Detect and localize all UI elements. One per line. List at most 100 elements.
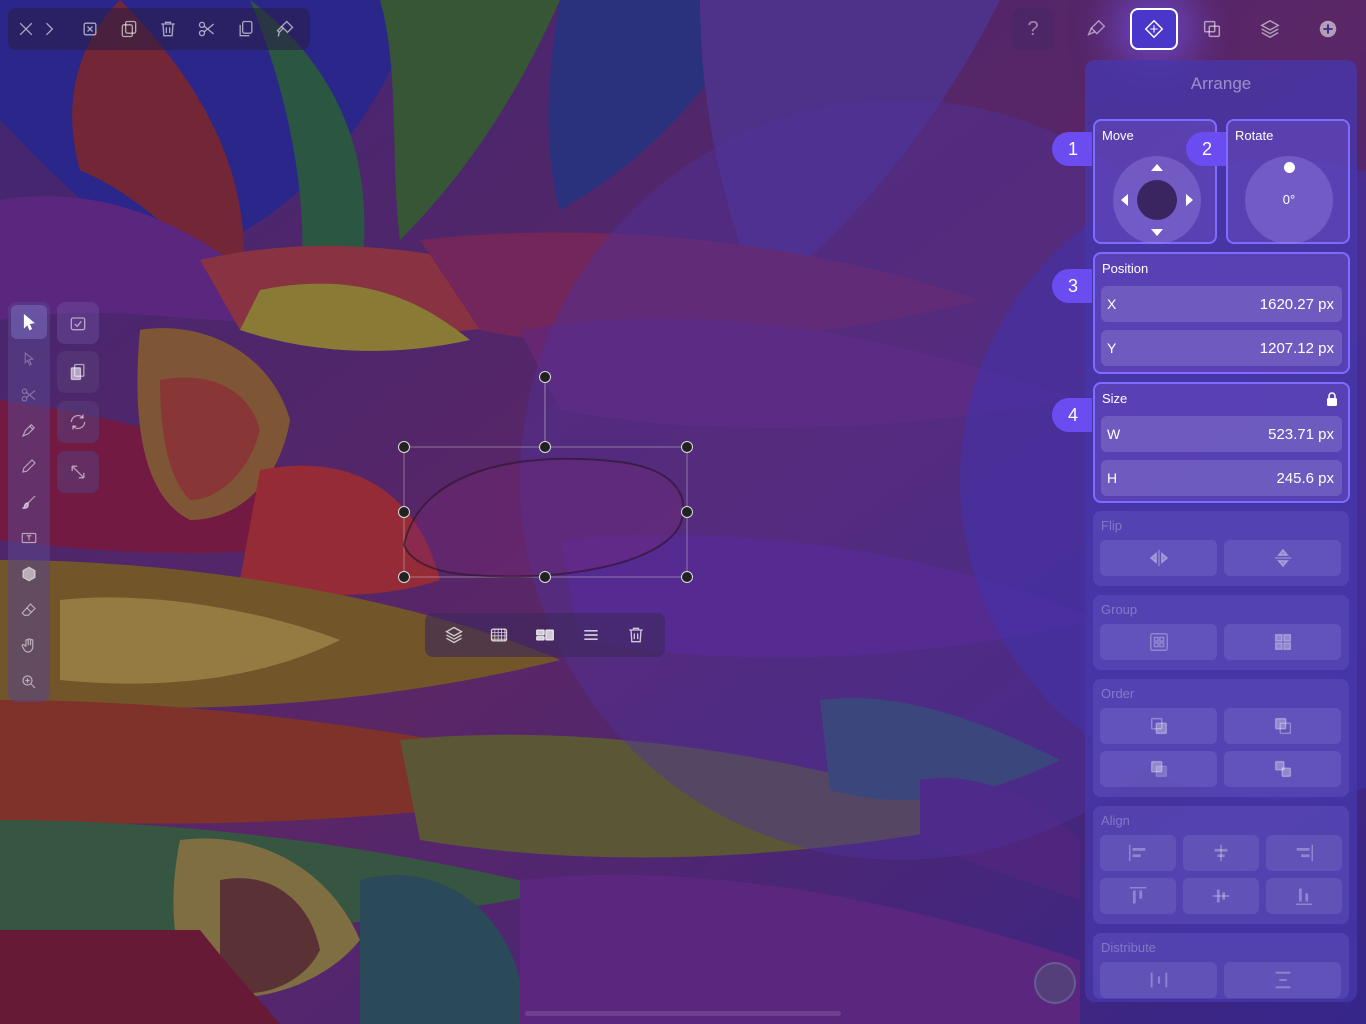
align-section: Align — [1093, 806, 1349, 924]
panel-title: Arrange — [1190, 74, 1252, 93]
pencil-icon[interactable] — [11, 449, 47, 483]
align-center-v-icon[interactable] — [1183, 878, 1259, 914]
resize-handle-bottom-right[interactable] — [681, 571, 693, 583]
dial-indicator — [1284, 162, 1295, 173]
callout-badge-4: 4 — [1052, 398, 1092, 432]
rotation-handle[interactable] — [539, 371, 551, 383]
flip-horizontal-icon[interactable] — [1100, 540, 1217, 576]
distribute-horizontal-icon[interactable] — [1100, 962, 1217, 998]
scissors-icon[interactable] — [11, 378, 47, 412]
position-card: Position X 1620.27 px Y 1207.12 px — [1093, 252, 1350, 374]
send-backward-icon[interactable] — [1100, 751, 1217, 787]
pen-icon[interactable] — [11, 413, 47, 447]
help-button[interactable]: ? — [1012, 8, 1054, 50]
lock-icon[interactable] — [1326, 392, 1338, 407]
move-joystick[interactable] — [1113, 156, 1201, 244]
paste-style-icon[interactable] — [265, 9, 304, 49]
resize-handle-left[interactable] — [398, 506, 410, 518]
h-field[interactable]: H 245.6 px — [1101, 460, 1342, 496]
arrow-up-icon[interactable] — [1151, 164, 1163, 171]
brush-icon[interactable] — [11, 485, 47, 519]
callout-badge-3: 3 — [1052, 269, 1092, 303]
brush-settings-icon[interactable] — [1072, 8, 1120, 50]
left-toolbar — [8, 302, 50, 702]
group-section: Group — [1093, 595, 1349, 670]
chevron-right-icon[interactable] — [37, 9, 60, 49]
layers-icon[interactable] — [1246, 8, 1294, 50]
w-value: 523.71 px — [1268, 425, 1334, 443]
x-label: X — [1107, 296, 1117, 312]
arrow-left-icon[interactable] — [1121, 194, 1128, 206]
select-icon[interactable] — [11, 305, 47, 339]
assistive-touch-button[interactable] — [1034, 962, 1076, 1004]
joystick-knob[interactable] — [1137, 180, 1177, 220]
resize-handle-top-left[interactable] — [398, 441, 410, 453]
y-value: 1207.12 px — [1259, 339, 1334, 357]
duplicate-icon[interactable] — [109, 9, 148, 49]
order-section: Order — [1093, 679, 1349, 797]
resize-handle-right[interactable] — [681, 506, 693, 518]
resize-handle-bottom-left[interactable] — [398, 571, 410, 583]
transparency-icon[interactable] — [481, 617, 517, 653]
w-field[interactable]: W 523.71 px — [1101, 416, 1342, 452]
top-right-toolbar: ? — [1012, 8, 1352, 50]
deselect-icon[interactable] — [70, 9, 109, 49]
arrow-right-icon[interactable] — [1186, 194, 1193, 206]
rotate-value: 0° — [1282, 192, 1296, 207]
arrange-panel: Arrange Move Rotate 0° Position X 1620.2… — [1085, 60, 1357, 1002]
eraser-icon[interactable] — [11, 593, 47, 627]
y-field[interactable]: Y 1207.12 px — [1101, 330, 1342, 366]
position-label: Position — [1102, 261, 1149, 276]
flip-vertical-icon[interactable] — [1224, 540, 1341, 576]
add-icon[interactable] — [1304, 8, 1352, 50]
ungroup-icon[interactable] — [1224, 624, 1341, 660]
arrange-blocks-icon[interactable] — [527, 617, 563, 653]
bring-forward-icon[interactable] — [1224, 708, 1341, 744]
x-field[interactable]: X 1620.27 px — [1101, 286, 1342, 322]
menu-icon[interactable] — [573, 617, 609, 653]
group-icon[interactable] — [1100, 624, 1217, 660]
layers-icon[interactable] — [436, 617, 472, 653]
distribute-vertical-icon[interactable] — [1224, 962, 1341, 998]
close-icon[interactable] — [14, 9, 37, 49]
shape-icon[interactable] — [11, 557, 47, 591]
align-center-h-icon[interactable] — [1183, 835, 1259, 871]
refresh-icon[interactable] — [57, 401, 99, 443]
resize-handle-top-right[interactable] — [681, 441, 693, 453]
size-card: Size W 523.71 px H 245.6 px — [1093, 382, 1350, 503]
selection-context-bar — [425, 613, 665, 657]
boolean-icon[interactable] — [1188, 8, 1236, 50]
arrow-down-icon[interactable] — [1151, 229, 1163, 236]
align-bottom-icon[interactable] — [1266, 878, 1342, 914]
trash-icon[interactable] — [148, 9, 187, 49]
resize-handle-top[interactable] — [539, 441, 551, 453]
group-label: Group — [1101, 602, 1138, 617]
distribute-section: Distribute — [1093, 933, 1349, 999]
home-indicator[interactable] — [525, 1011, 841, 1016]
rotate-dial[interactable]: 0° — [1245, 156, 1333, 244]
w-label: W — [1107, 426, 1121, 442]
order-label: Order — [1101, 686, 1135, 701]
top-left-toolbar — [8, 8, 310, 50]
bring-to-front-icon[interactable] — [1100, 708, 1217, 744]
copy-icon[interactable] — [226, 9, 265, 49]
move-label: Move — [1102, 128, 1134, 143]
checkbox-icon[interactable] — [57, 302, 99, 344]
send-to-back-icon[interactable] — [1224, 751, 1341, 787]
align-right-icon[interactable] — [1266, 835, 1342, 871]
x-value: 1620.27 px — [1259, 295, 1334, 313]
document-copy-icon[interactable] — [57, 351, 99, 393]
align-left-icon[interactable] — [1100, 835, 1176, 871]
text-icon[interactable] — [11, 521, 47, 555]
hand-icon[interactable] — [11, 629, 47, 663]
h-value: 245.6 px — [1276, 469, 1334, 487]
h-label: H — [1107, 470, 1118, 486]
scissors-icon[interactable] — [187, 9, 226, 49]
resize-handle-bottom[interactable] — [539, 571, 551, 583]
align-top-icon[interactable] — [1100, 878, 1176, 914]
node-icon[interactable] — [11, 342, 47, 376]
arrange-icon[interactable] — [1130, 8, 1178, 50]
zoom-icon[interactable] — [11, 665, 47, 699]
trash-icon[interactable] — [618, 617, 654, 653]
expand-icon[interactable] — [57, 451, 99, 493]
